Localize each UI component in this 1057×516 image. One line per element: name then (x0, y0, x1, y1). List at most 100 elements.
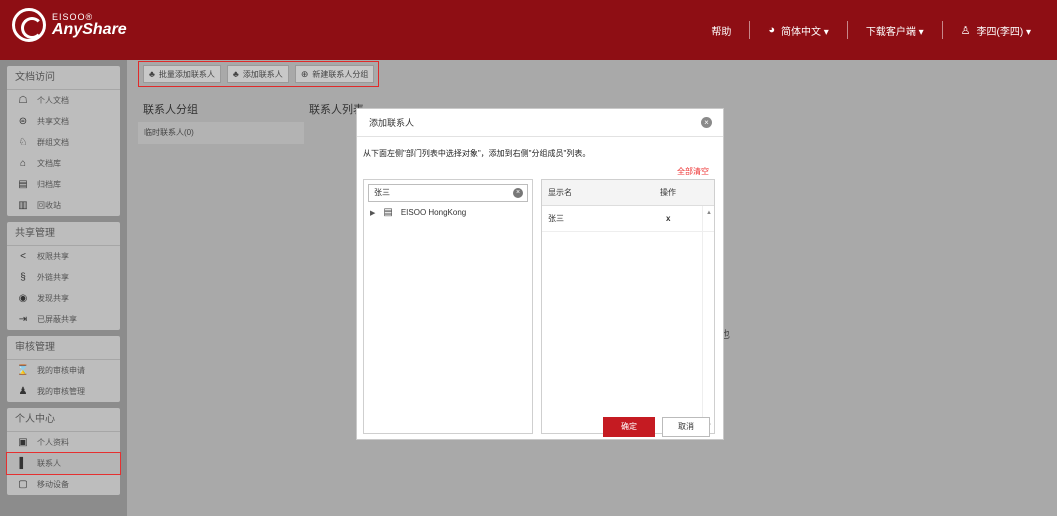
confirm-button[interactable]: 确定 (603, 417, 655, 437)
tree-item[interactable]: ▶ ▤ EISOO HongKong (370, 207, 466, 218)
download-label: 下载客户端 ▾ (865, 26, 924, 38)
anyshare-logo[interactable]: EISOO® AnyShare (12, 8, 127, 42)
top-nav: 帮助 ◕ 简体中文 ▾ 下载客户端 ▾ ♙ 李四(李四) ▾ (693, 0, 1049, 60)
sidebar-item-my-audit-requests[interactable]: ⌛ 我的审核申请 (7, 360, 120, 381)
user-add-icon: ♣ (232, 69, 239, 79)
add-contact-dialog: 添加联系人 × 从下面左侧"部门列表中选择对象"，添加到右侧"分组成员"列表。 … (356, 108, 724, 440)
profile-icon: ▣ (18, 437, 28, 448)
shared-icon: ⊜ (18, 116, 28, 127)
batch-add-contacts-button[interactable]: ♣ 批量添加联系人 (143, 65, 221, 83)
contacts-toolbar: ♣ 批量添加联系人 ♣ 添加联系人 ⊕ 新建联系人分组 (138, 61, 380, 87)
cancel-button[interactable]: 取消 (662, 417, 710, 437)
caret-right-icon[interactable]: ▶ (370, 209, 375, 217)
column-header-action: 操作 (660, 188, 676, 197)
sidebar-item-label: 回收站 (37, 201, 61, 210)
members-table-header: 显示名 操作 (542, 180, 714, 206)
user-menu[interactable]: ♙ 李四(李四) ▾ (943, 23, 1049, 38)
sidebar-item-label: 移动设备 (37, 480, 69, 489)
globe-icon: ◕ (768, 24, 776, 36)
column-header-name: 显示名 (548, 188, 572, 197)
sidebar-item-personal-docs[interactable]: ☖ 个人文档 (7, 90, 120, 111)
person-icon: ☖ (18, 95, 28, 106)
sidebar-item-label: 外链共享 (37, 273, 69, 282)
sidebar-item-label: 我的审核管理 (37, 387, 85, 396)
sidebar-section-personal-center: 个人中心 ▣ 个人资料 ▌ 联系人 ▢ 移动设备 (6, 408, 121, 495)
contact-group-item[interactable]: 临时联系人(0) (138, 122, 304, 144)
member-name: 张三 (548, 214, 564, 223)
sidebar-item-discover-share[interactable]: ◉ 发现共享 (7, 288, 120, 309)
language-dropdown[interactable]: ◕ 简体中文 ▾ (750, 23, 846, 38)
new-contact-group-button[interactable]: ⊕ 新建联系人分组 (294, 65, 375, 83)
button-label: 新建联系人分组 (312, 69, 369, 79)
logo-big-text: AnyShare (52, 20, 127, 38)
sidebar-item-label: 归档库 (37, 180, 61, 189)
scroll-up-icon[interactable]: ▲ (706, 210, 712, 216)
user-audit-icon: ♟ (18, 386, 28, 397)
sidebar-item-label: 个人资料 (37, 438, 69, 447)
help-link[interactable]: 帮助 (693, 23, 749, 38)
scrollbar[interactable] (702, 206, 714, 433)
plus-circle-icon: ⊕ (300, 68, 309, 79)
group-members-panel: 显示名 操作 张三 x ▲ ▼ (541, 179, 715, 434)
sidebar-section-doc-access: 文档访问 ☖ 个人文档 ⊜ 共享文档 ♘ 群组文档 ⌂ 文档库 ▤ 归档库 ▥ 回收站 (7, 66, 120, 216)
sidebar-item-label: 个人文档 (37, 96, 69, 105)
clear-all-link[interactable]: 全部清空 (677, 166, 709, 177)
sidebar-item-doc-library[interactable]: ⌂ 文档库 (7, 153, 120, 174)
clear-search-icon[interactable]: × (513, 188, 523, 198)
sidebar-section-title: 共享管理 (7, 222, 120, 246)
sidebar-item-link-share[interactable]: § 外链共享 (7, 267, 120, 288)
sidebar-item-mobile-devices[interactable]: ▢ 移动设备 (7, 474, 120, 495)
tree-item-label: EISOO HongKong (400, 208, 467, 217)
sidebar-section-title: 个人中心 (7, 408, 120, 432)
dialog-hint: 从下面左侧"部门列表中选择对象"，添加到右侧"分组成员"列表。 (363, 149, 591, 158)
device-icon: ▢ (18, 479, 28, 490)
sidebar-item-label: 已屏蔽共享 (37, 315, 77, 324)
close-icon[interactable]: × (701, 117, 712, 128)
sidebar-item-label: 权限共享 (37, 252, 69, 261)
contacts-icon: ▌ (19, 458, 27, 469)
help-label: 帮助 (711, 26, 732, 38)
sidebar-section-title: 文档访问 (7, 66, 120, 90)
language-label: 简体中文 ▾ (781, 26, 829, 38)
eye-icon: ◉ (18, 293, 28, 304)
sidebar-item-my-audit-mgmt[interactable]: ♟ 我的审核管理 (7, 381, 120, 402)
logo-icon (12, 8, 46, 42)
dialog-title: 添加联系人 (357, 109, 723, 137)
sidebar-item-group-docs[interactable]: ♘ 群组文档 (7, 132, 120, 153)
sidebar-item-label: 群组文档 (37, 138, 69, 147)
sidebar-item-label: 共享文档 (37, 117, 69, 126)
sidebar-item-blocked-share[interactable]: ⇥ 已屏蔽共享 (7, 309, 120, 330)
group-icon: ♘ (18, 137, 28, 148)
add-contact-button[interactable]: ♣ 添加联系人 (226, 65, 289, 83)
sidebar-item-recycle-bin[interactable]: ▥ 回收站 (7, 195, 120, 216)
sidebar-item-contacts[interactable]: ▌ 联系人 (6, 452, 121, 475)
search-input[interactable]: 张三 × (368, 184, 528, 202)
top-bar: EISOO® AnyShare 帮助 ◕ 简体中文 ▾ 下载客户端 ▾ ♙ 李四(李… (0, 0, 1057, 60)
sidebar-item-permission-share[interactable]: < 权限共享 (7, 246, 120, 267)
sidebar: 文档访问 ☖ 个人文档 ⊜ 共享文档 ♘ 群组文档 ⌂ 文档库 ▤ 归档库 ▥ 回收站 共享… (0, 60, 127, 516)
sidebar-item-label: 联系人 (37, 459, 61, 468)
library-icon: ⌂ (19, 158, 27, 169)
sidebar-item-shared-docs[interactable]: ⊜ 共享文档 (7, 111, 120, 132)
table-row: 张三 x (542, 206, 714, 232)
sidebar-item-archive[interactable]: ▤ 归档库 (7, 174, 120, 195)
button-label: 批量添加联系人 (158, 69, 215, 79)
sidebar-section-share-mgmt: 共享管理 < 权限共享 § 外链共享 ◉ 发现共享 ⇥ 已屏蔽共享 (7, 222, 120, 330)
sidebar-item-label: 文档库 (37, 159, 61, 168)
sidebar-section-title: 审核管理 (7, 336, 120, 360)
contact-groups-heading: 联系人分组 (143, 104, 198, 116)
search-value: 张三 (374, 188, 390, 197)
button-label: 添加联系人 (242, 69, 283, 79)
users-icon: ♣ (149, 69, 155, 79)
sidebar-section-audit-mgmt: 审核管理 ⌛ 我的审核申请 ♟ 我的审核管理 (7, 336, 120, 402)
sidebar-item-label: 我的审核申请 (37, 366, 85, 375)
sidebar-item-profile[interactable]: ▣ 个人资料 (7, 432, 120, 453)
remove-member-button[interactable]: x (652, 214, 700, 223)
department-tree-panel: 张三 × ▶ ▤ EISOO HongKong (363, 179, 533, 434)
block-icon: ⇥ (18, 314, 28, 325)
hourglass-icon: ⌛ (16, 365, 30, 376)
organization-icon: ▤ (383, 207, 393, 218)
user-label: 李四(李四) ▾ (976, 26, 1031, 38)
sidebar-item-label: 发现共享 (37, 294, 69, 303)
download-client-dropdown[interactable]: 下载客户端 ▾ (848, 23, 942, 38)
